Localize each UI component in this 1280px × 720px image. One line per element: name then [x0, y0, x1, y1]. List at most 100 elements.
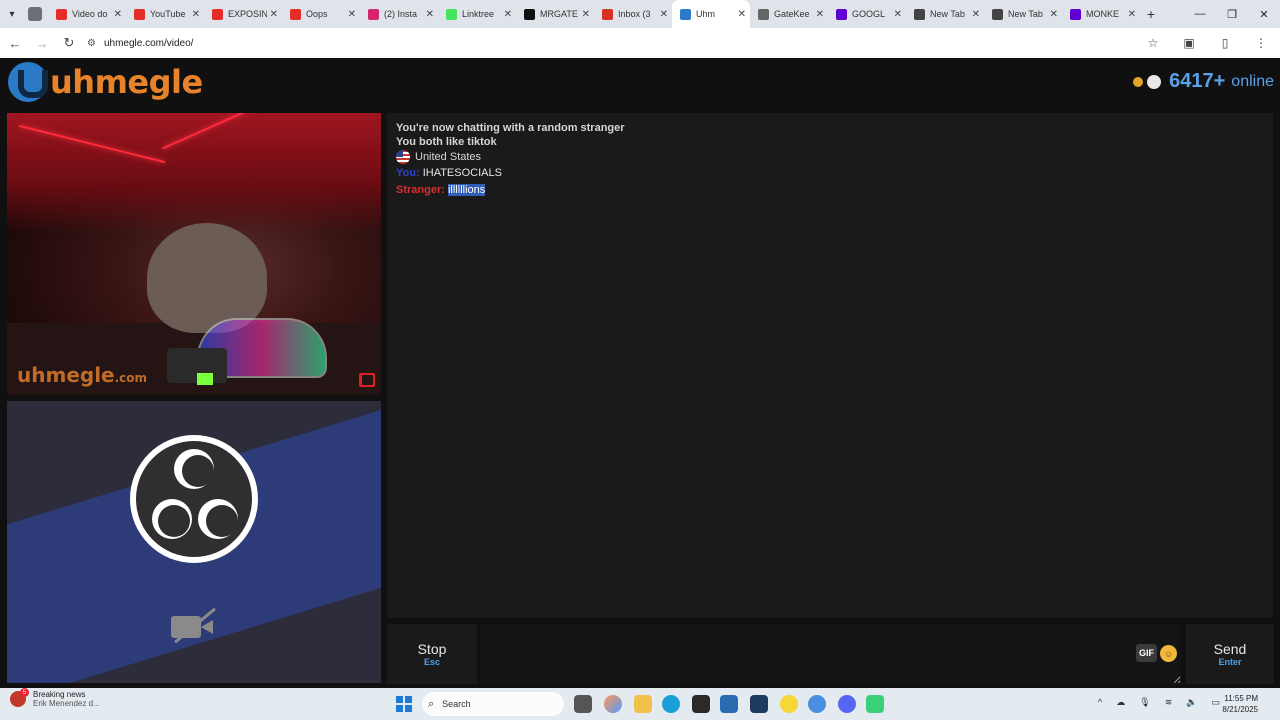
tab-close-icon[interactable]: ✕ — [114, 9, 122, 20]
tab-search-icon[interactable]: ▾ — [0, 0, 24, 28]
tab-close-icon[interactable]: ✕ — [738, 9, 746, 20]
microphone-icon[interactable]: 🎙 — [1139, 697, 1150, 708]
stop-label: Stop — [417, 641, 447, 657]
tab-close-icon[interactable]: ✕ — [504, 9, 512, 20]
chat-log: You're now chatting with a random strang… — [387, 113, 1273, 618]
chevron-up-icon[interactable]: ^ — [1098, 697, 1102, 708]
store-icon[interactable] — [720, 695, 738, 713]
new-tab-button[interactable]: + — [1140, 6, 1162, 22]
site-info-icon[interactable]: ⚙ — [87, 38, 96, 49]
tab-group-icon[interactable] — [28, 7, 42, 21]
news-subtitle: Erik Menendez d... — [33, 699, 100, 708]
battery-icon[interactable]: ▭ — [1211, 697, 1220, 708]
report-flag-icon[interactable] — [359, 373, 375, 387]
tab-item[interactable]: (2) Insta ✕ — [360, 0, 438, 28]
tab-close-icon[interactable]: ✕ — [582, 9, 590, 20]
minimize-icon[interactable]: — — [1184, 0, 1216, 28]
theme-toggle-icon[interactable] — [1147, 74, 1162, 89]
tab-title: Inbox (3 — [618, 9, 651, 19]
volume-icon[interactable]: 🔈 — [1186, 697, 1197, 708]
tab-close-icon[interactable]: ✕ — [816, 9, 824, 20]
page-content: uhmegle 6417+ online uhmegle.com You're … — [0, 58, 1280, 688]
tab-title: New Tab — [930, 9, 965, 19]
tab-close-icon[interactable]: ✕ — [348, 9, 356, 20]
news-icon: 5 — [10, 688, 29, 707]
reload-icon[interactable]: ↻ — [57, 31, 81, 55]
menu-dots-icon[interactable]: ⋮ — [1250, 31, 1272, 55]
extension-icon[interactable]: ▣ — [1178, 31, 1200, 55]
address-bar: ← → ↻ ⚙ uhmegle.com/video/ ☆ ▣ ▯ ⋮ — [0, 28, 1280, 58]
tab-item[interactable]: Video do ✕ — [48, 0, 126, 28]
uhmegle-logo[interactable]: uhmegle — [8, 62, 203, 102]
linktree-icon — [446, 8, 457, 20]
tab-item[interactable]: New Tab ✕ — [984, 0, 1062, 28]
news-widget[interactable]: 5 Breaking news Erik Menendez d... — [10, 688, 100, 708]
news-badge: 5 — [20, 688, 29, 697]
tab-item[interactable]: GateKee ✕ — [750, 0, 828, 28]
system-tray: ^ ☁ 🎙 ≋ 🔈 ▭ — [1098, 697, 1220, 708]
tab-title: Oops — [306, 9, 328, 19]
tab-item[interactable]: New Tab ✕ — [906, 0, 984, 28]
uhmegle-icon — [680, 8, 691, 20]
start-windows-icon[interactable] — [396, 696, 412, 712]
url-field[interactable]: ⚙ uhmegle.com/video/ — [87, 31, 1167, 55]
stop-button[interactable]: Stop Esc — [387, 624, 477, 684]
chrome-icon[interactable] — [808, 695, 826, 713]
tab-title: YouTube — [150, 9, 186, 19]
tab-close-icon[interactable]: ✕ — [270, 9, 278, 20]
tab-close-icon[interactable]: ✕ — [426, 9, 434, 20]
theme-dot-icon[interactable] — [1133, 76, 1144, 87]
file-explorer-icon[interactable] — [634, 695, 652, 713]
forward-icon[interactable]: → — [30, 31, 54, 55]
notion-icon — [524, 8, 535, 20]
discord-icon[interactable] — [838, 695, 856, 713]
search-icon: ⌕ — [428, 697, 435, 710]
tab-item[interactable]: MONKE ✕ — [1062, 0, 1140, 28]
clock[interactable]: 11:55 PM 8/21/2025 — [1222, 693, 1258, 715]
app-icon[interactable] — [750, 695, 768, 713]
emoji-icon[interactable]: ☺ — [1160, 645, 1177, 662]
self-video — [7, 401, 381, 683]
wifi-icon[interactable]: ≋ — [1165, 697, 1173, 708]
restore-icon[interactable]: ❐ — [1216, 0, 1248, 28]
tab-close-icon[interactable]: ✕ — [972, 9, 980, 20]
onedrive-icon[interactable]: ☁ — [1116, 697, 1125, 708]
tab-item[interactable]: GOOGL ✕ — [828, 0, 906, 28]
edge-icon[interactable] — [662, 695, 680, 713]
tab-close-icon[interactable]: ✕ — [1128, 9, 1136, 20]
tab-active[interactable]: Uhm ✕ — [672, 0, 750, 28]
sidebar-icon[interactable]: ▯ — [1214, 31, 1236, 55]
tab-item[interactable]: Inbox (3 ✕ — [594, 0, 672, 28]
tab-item[interactable]: Linktree ✕ — [438, 0, 516, 28]
country-name: United States — [415, 151, 482, 163]
youtube-icon — [212, 8, 223, 20]
tab-item[interactable]: YouTube ✕ — [126, 0, 204, 28]
gif-button[interactable]: GIF — [1136, 644, 1157, 662]
video-watermark: uhmegle.com — [17, 363, 147, 387]
task-view-icon[interactable] — [574, 695, 592, 713]
snapchat-icon[interactable] — [780, 695, 798, 713]
dropbox-icon[interactable] — [692, 695, 710, 713]
close-window-icon[interactable]: ✕ — [1248, 0, 1280, 28]
tab-close-icon[interactable]: ✕ — [192, 9, 200, 20]
tab-close-icon[interactable]: ✕ — [660, 9, 668, 20]
tab-close-icon[interactable]: ✕ — [1050, 9, 1058, 20]
tab-close-icon[interactable]: ✕ — [894, 9, 902, 20]
tab-item[interactable]: Oops ✕ — [282, 0, 360, 28]
back-icon[interactable]: ← — [3, 31, 27, 55]
camera-off-icon[interactable] — [171, 606, 216, 646]
tab-item[interactable]: EXPOSIN ✕ — [204, 0, 282, 28]
watermark-suffix: .com — [114, 371, 148, 385]
chat-message-you: You: IHATESOCIALS — [396, 166, 1264, 181]
search-label: Search — [442, 699, 471, 709]
copilot-icon[interactable] — [604, 695, 622, 713]
logo-text: uhmegle — [50, 63, 203, 101]
app-green-icon[interactable] — [866, 695, 884, 713]
youtube-icon — [134, 8, 145, 20]
online-label: online — [1231, 72, 1274, 90]
taskbar-search[interactable]: ⌕ Search — [422, 692, 564, 716]
send-button[interactable]: Send Enter — [1186, 624, 1274, 684]
bookmark-star-icon[interactable]: ☆ — [1142, 31, 1164, 55]
message-input[interactable] — [481, 624, 1181, 684]
tab-item[interactable]: MRGATE ✕ — [516, 0, 594, 28]
